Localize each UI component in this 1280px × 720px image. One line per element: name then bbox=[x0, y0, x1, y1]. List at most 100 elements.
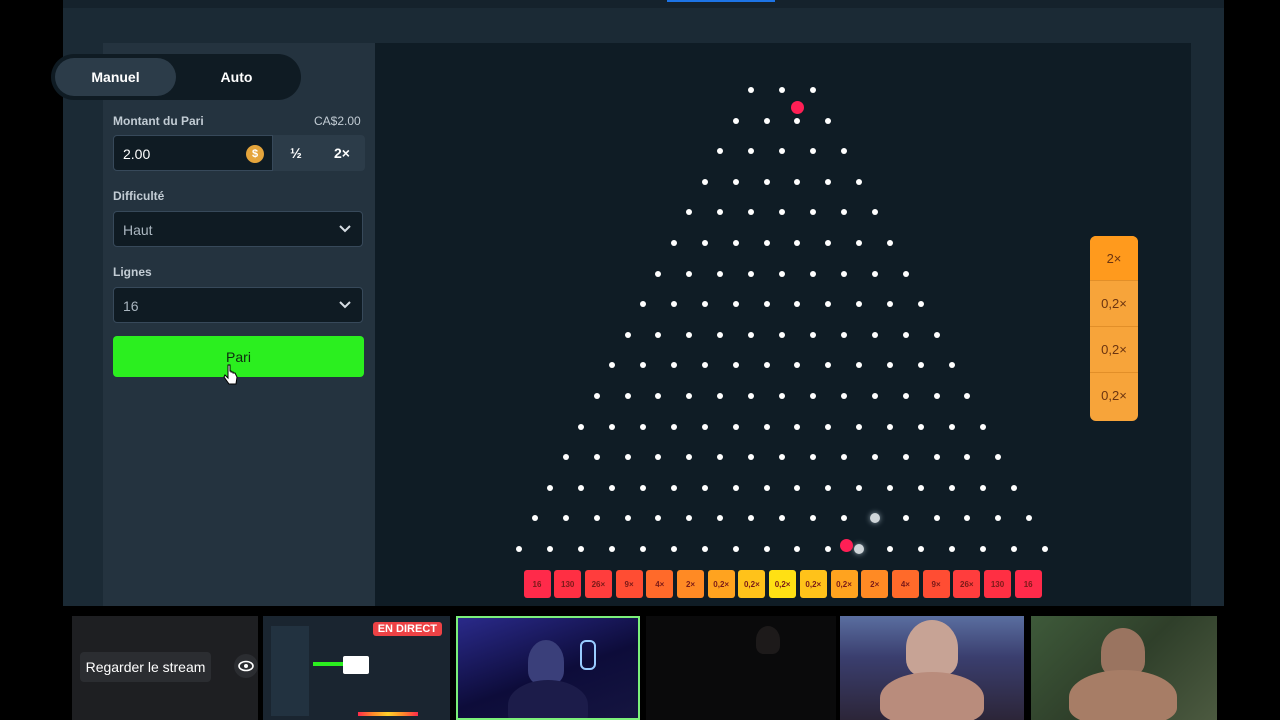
peg bbox=[609, 484, 616, 491]
multiplier-bucket: 16 bbox=[523, 570, 551, 598]
peg bbox=[1010, 546, 1017, 552]
camera-tile[interactable] bbox=[840, 616, 1024, 720]
chevron-down-icon bbox=[339, 301, 351, 309]
peg bbox=[809, 87, 816, 93]
participant-body bbox=[1069, 670, 1177, 720]
multiplier-bucket: 0,2× bbox=[799, 570, 827, 598]
peg bbox=[933, 393, 940, 399]
peg bbox=[732, 484, 739, 491]
history-item: 0,2× bbox=[1090, 372, 1138, 418]
peg bbox=[902, 393, 909, 399]
history-item: 0,2× bbox=[1090, 280, 1138, 326]
mouse-cursor-icon bbox=[223, 364, 238, 385]
mode-toggle: Manuel Auto bbox=[51, 54, 301, 100]
peg bbox=[670, 423, 677, 430]
multiplier-bucket: 26× bbox=[584, 570, 612, 598]
peg bbox=[763, 423, 770, 430]
plinko-ball bbox=[791, 101, 804, 114]
peg bbox=[979, 546, 986, 552]
multiplier-bucket: 130 bbox=[554, 570, 582, 598]
plinko-ball bbox=[840, 539, 853, 552]
peg bbox=[1010, 484, 1017, 491]
multiplier-bucket: 4× bbox=[646, 570, 674, 598]
bet-amount-value: 2.00 bbox=[123, 146, 151, 162]
live-badge: EN DIRECT bbox=[372, 622, 442, 636]
stream-preview-button bbox=[313, 662, 343, 666]
peg bbox=[639, 423, 646, 430]
peg bbox=[979, 484, 986, 491]
peg bbox=[717, 270, 724, 277]
peg bbox=[1041, 546, 1048, 552]
peg bbox=[763, 240, 770, 246]
eye-icon[interactable] bbox=[234, 654, 258, 678]
plinko-board bbox=[375, 43, 1191, 606]
peg bbox=[670, 484, 677, 491]
half-bet-button[interactable]: ½ bbox=[273, 135, 319, 171]
peg bbox=[578, 484, 585, 491]
peg bbox=[732, 301, 739, 308]
coin-icon: $ bbox=[246, 145, 264, 163]
peg bbox=[871, 393, 878, 399]
lines-label: Lignes bbox=[113, 265, 152, 279]
peg bbox=[948, 546, 955, 552]
peg bbox=[933, 454, 940, 461]
peg bbox=[763, 301, 770, 308]
camera-tile[interactable] bbox=[456, 616, 640, 720]
peg bbox=[609, 546, 616, 552]
peg bbox=[748, 331, 755, 338]
mode-auto-button[interactable]: Auto bbox=[176, 58, 297, 96]
camera-tile[interactable] bbox=[646, 616, 836, 720]
multiplier-bucket: 0,2× bbox=[707, 570, 735, 598]
peg bbox=[701, 178, 708, 185]
bet-amount-input[interactable]: 2.00 $ bbox=[113, 135, 273, 171]
peg bbox=[871, 331, 878, 338]
watch-stream-button[interactable]: Regarder le stream bbox=[80, 652, 211, 682]
difficulty-label: Difficulté bbox=[113, 189, 165, 203]
peg bbox=[686, 270, 693, 277]
peg bbox=[779, 331, 785, 338]
peg bbox=[717, 331, 724, 338]
peg bbox=[732, 546, 739, 552]
peg bbox=[732, 117, 739, 124]
peg bbox=[763, 117, 770, 124]
peg bbox=[809, 331, 816, 338]
peg bbox=[918, 423, 925, 430]
peg bbox=[624, 515, 631, 522]
difficulty-value: Haut bbox=[123, 222, 153, 238]
peg bbox=[948, 484, 955, 491]
peg bbox=[701, 240, 708, 246]
live-stream-tile[interactable]: EN DIRECT bbox=[263, 616, 450, 720]
multiplier-bucket: 0,2× bbox=[769, 570, 797, 598]
peg bbox=[840, 454, 847, 461]
double-bet-button[interactable]: 2× bbox=[319, 135, 365, 171]
stream-preview-panel bbox=[271, 626, 309, 716]
peg bbox=[779, 270, 785, 277]
peg bbox=[624, 393, 631, 399]
peg bbox=[840, 270, 847, 277]
peg bbox=[871, 270, 878, 277]
multiplier-bucket: 9× bbox=[922, 570, 950, 598]
peg bbox=[840, 331, 847, 338]
peg bbox=[670, 301, 677, 308]
camera-tile[interactable] bbox=[1031, 616, 1217, 720]
screen: Manuel Auto Montant du Pari CA$2.00 2.00… bbox=[0, 0, 1280, 720]
peg bbox=[670, 240, 677, 246]
peg bbox=[670, 546, 677, 552]
bet-amount-label: Montant du Pari bbox=[113, 114, 204, 128]
peg bbox=[593, 393, 600, 399]
peg bbox=[732, 423, 739, 430]
peg bbox=[624, 454, 631, 461]
peg bbox=[856, 423, 863, 430]
peg bbox=[732, 178, 739, 185]
difficulty-select[interactable]: Haut bbox=[113, 211, 363, 247]
peg bbox=[933, 331, 940, 338]
participant-avatar bbox=[906, 620, 958, 676]
peg bbox=[562, 454, 569, 461]
peg bbox=[779, 393, 785, 399]
mode-manual-button[interactable]: Manuel bbox=[55, 58, 176, 96]
top-bar bbox=[63, 0, 1224, 8]
lines-select[interactable]: 16 bbox=[113, 287, 363, 323]
participant-avatar bbox=[1101, 628, 1145, 676]
participant-body bbox=[880, 672, 984, 720]
stream-preview-buckets bbox=[358, 712, 418, 716]
